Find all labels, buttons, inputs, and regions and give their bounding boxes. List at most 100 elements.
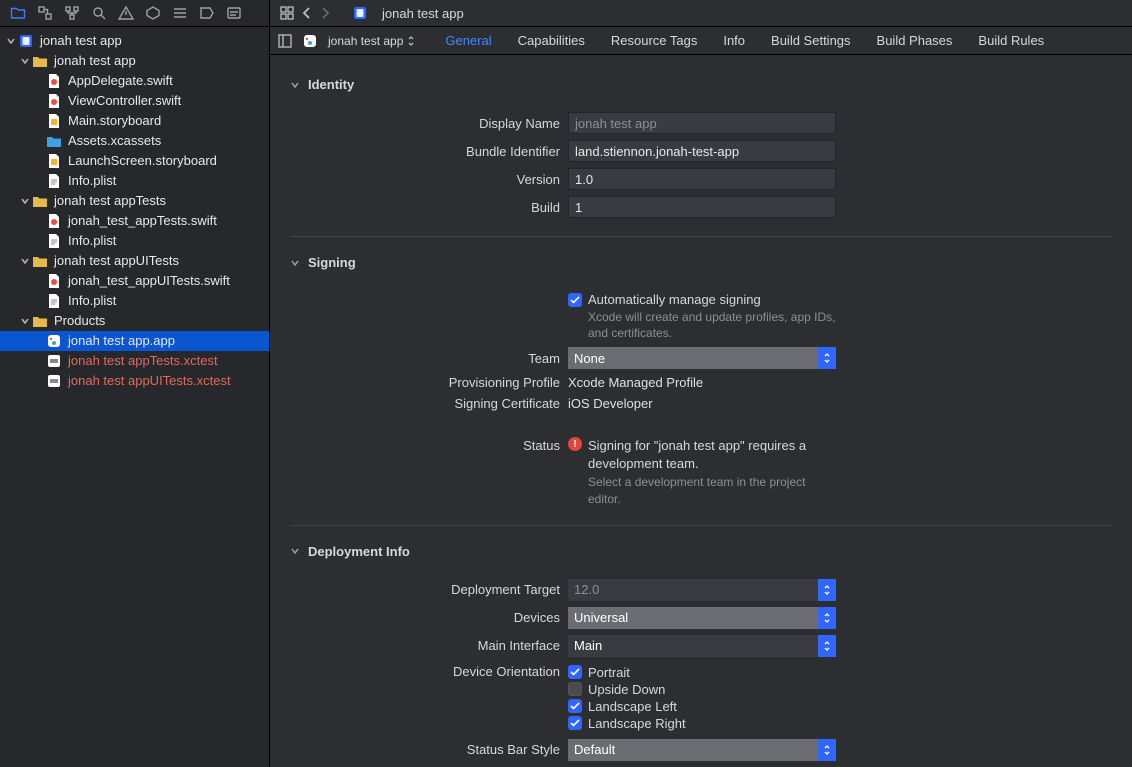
assets-folder-icon bbox=[46, 133, 62, 149]
swift-file-icon bbox=[46, 213, 62, 229]
orientation-portrait-label: Portrait bbox=[588, 665, 630, 680]
issues-nav-icon[interactable] bbox=[118, 5, 134, 21]
folder-icon bbox=[32, 193, 48, 209]
app-product-icon bbox=[46, 333, 62, 349]
tab-build-phases[interactable]: Build Phases bbox=[877, 33, 953, 48]
devices-select[interactable]: Universal bbox=[568, 607, 836, 629]
tree-row-product[interactable]: jonah test app.app bbox=[0, 331, 269, 351]
orientation-right-checkbox[interactable] bbox=[568, 716, 582, 730]
tree-label: Assets.xcassets bbox=[68, 131, 161, 151]
tree-row-file[interactable]: Info.plist bbox=[0, 171, 269, 191]
tree-row-product[interactable]: jonah test appUITests.xctest bbox=[0, 371, 269, 391]
section-signing-header[interactable]: Signing bbox=[290, 255, 1112, 270]
tab-resource-tags[interactable]: Resource Tags bbox=[611, 33, 697, 48]
tab-capabilities[interactable]: Capabilities bbox=[518, 33, 585, 48]
orientation-left-checkbox[interactable] bbox=[568, 699, 582, 713]
label-version: Version bbox=[290, 172, 560, 187]
row-team: Team None bbox=[290, 347, 1112, 369]
tree-row-file[interactable]: Assets.xcassets bbox=[0, 131, 269, 151]
tree-row-group[interactable]: jonah test appTests bbox=[0, 191, 269, 211]
select-caret-icon bbox=[818, 579, 836, 601]
swift-file-icon bbox=[46, 273, 62, 289]
chevron-down-icon[interactable] bbox=[6, 36, 16, 46]
tab-general[interactable]: General bbox=[445, 33, 491, 48]
tree-label: Info.plist bbox=[68, 231, 116, 251]
folder-nav-icon[interactable] bbox=[10, 5, 26, 21]
tree-label: jonah test app bbox=[40, 31, 122, 51]
auto-signing-checkbox[interactable] bbox=[568, 293, 582, 307]
tree-row-file[interactable]: jonah_test_appUITests.swift bbox=[0, 271, 269, 291]
tree-row-file[interactable]: jonah_test_appTests.swift bbox=[0, 211, 269, 231]
display-name-input[interactable] bbox=[568, 112, 836, 134]
orientation-upside-checkbox[interactable] bbox=[568, 682, 582, 696]
orientation-portrait-checkbox[interactable] bbox=[568, 665, 582, 679]
label-statusbar-style: Status Bar Style bbox=[290, 742, 560, 757]
label-main-interface: Main Interface bbox=[290, 638, 560, 653]
label-bundle-id: Bundle Identifier bbox=[290, 144, 560, 159]
chevron-down-icon[interactable] bbox=[20, 316, 30, 326]
section-title: Signing bbox=[308, 255, 356, 270]
tab-build-settings[interactable]: Build Settings bbox=[771, 33, 851, 48]
main-interface-combo[interactable]: Main bbox=[568, 635, 836, 657]
tree-row-group[interactable]: jonah test appUITests bbox=[0, 251, 269, 271]
target-popup[interactable]: jonah test app bbox=[300, 33, 417, 49]
symbol-nav-icon[interactable] bbox=[64, 5, 80, 21]
label-provisioning-profile: Provisioning Profile bbox=[290, 375, 560, 390]
tree-label: Products bbox=[54, 311, 105, 331]
find-nav-icon[interactable] bbox=[91, 5, 107, 21]
swift-file-icon bbox=[46, 93, 62, 109]
tree-label: jonah test appTests bbox=[54, 191, 166, 211]
chevron-down-icon[interactable] bbox=[20, 256, 30, 266]
row-main-interface: Main Interface Main bbox=[290, 635, 1112, 657]
breadcrumb[interactable]: jonah test app bbox=[382, 6, 464, 21]
chevron-down-icon[interactable] bbox=[20, 56, 30, 66]
chevron-down-icon[interactable] bbox=[20, 196, 30, 206]
tree-label: jonah test appUITests bbox=[54, 251, 179, 271]
row-auto-signing: Automatically manage signing Xcode will … bbox=[290, 290, 1112, 341]
build-input[interactable] bbox=[568, 196, 836, 218]
chevron-down-icon bbox=[290, 546, 300, 556]
tree-row-project[interactable]: jonah test app bbox=[0, 31, 269, 51]
tree-label: jonah test app.app bbox=[68, 331, 175, 351]
tree-row-file[interactable]: Info.plist bbox=[0, 231, 269, 251]
tree-label: Info.plist bbox=[68, 291, 116, 311]
tree-row-group[interactable]: Products bbox=[0, 311, 269, 331]
version-input[interactable] bbox=[568, 168, 836, 190]
tab-build-rules[interactable]: Build Rules bbox=[978, 33, 1044, 48]
history-forward-icon[interactable] bbox=[320, 7, 330, 19]
tree-row-file[interactable]: AppDelegate.swift bbox=[0, 71, 269, 91]
tree-row-file[interactable]: Main.storyboard bbox=[0, 111, 269, 131]
row-bundle-id: Bundle Identifier bbox=[290, 140, 1112, 162]
tree-row-file[interactable]: LaunchScreen.storyboard bbox=[0, 151, 269, 171]
label-display-name: Display Name bbox=[290, 116, 560, 131]
history-back-icon[interactable] bbox=[302, 7, 312, 19]
orientation-left-label: Landscape Left bbox=[588, 699, 677, 714]
statusbar-style-select[interactable]: Default bbox=[568, 739, 836, 761]
row-deployment-target: Deployment Target 12.0 bbox=[290, 579, 1112, 601]
tree-row-file[interactable]: ViewController.swift bbox=[0, 91, 269, 111]
auto-signing-label: Automatically manage signing bbox=[588, 292, 761, 307]
team-select[interactable]: None bbox=[568, 347, 836, 369]
section-title: Deployment Info bbox=[308, 544, 410, 559]
chevron-down-icon bbox=[290, 80, 300, 90]
reports-nav-icon[interactable] bbox=[226, 5, 242, 21]
tab-info[interactable]: Info bbox=[723, 33, 745, 48]
section-deployment-header[interactable]: Deployment Info bbox=[290, 544, 1112, 559]
deployment-target-combo[interactable]: 12.0 bbox=[568, 579, 836, 601]
source-control-icon[interactable] bbox=[37, 5, 53, 21]
related-items-icon[interactable] bbox=[280, 6, 294, 20]
tree-row-product[interactable]: jonah test appTests.xctest bbox=[0, 351, 269, 371]
section-identity-header[interactable]: Identity bbox=[290, 77, 1112, 92]
bundle-id-input[interactable] bbox=[568, 140, 836, 162]
tests-nav-icon[interactable] bbox=[145, 5, 161, 21]
breakpoints-nav-icon[interactable] bbox=[199, 5, 215, 21]
deployment-target-value: 12.0 bbox=[574, 582, 599, 597]
toggle-targets-list-icon[interactable] bbox=[278, 34, 292, 48]
tree-row-file[interactable]: Info.plist bbox=[0, 291, 269, 311]
select-caret-icon bbox=[818, 607, 836, 629]
section-title: Identity bbox=[308, 77, 354, 92]
row-statusbar-style: Status Bar Style Default bbox=[290, 739, 1112, 761]
tree-row-group[interactable]: jonah test app bbox=[0, 51, 269, 71]
debug-nav-icon[interactable] bbox=[172, 5, 188, 21]
project-tabs: General Capabilities Resource Tags Info … bbox=[445, 33, 1044, 48]
